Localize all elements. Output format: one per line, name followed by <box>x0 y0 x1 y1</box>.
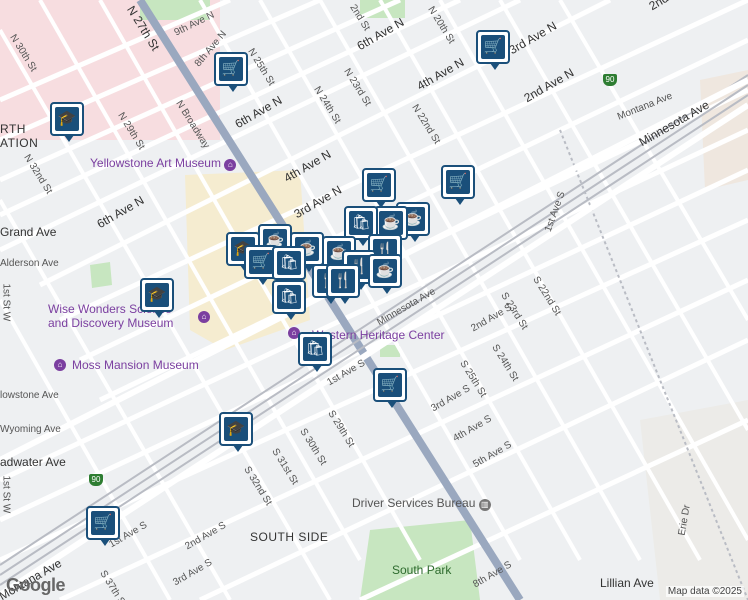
shopping-pin[interactable]: 🛍 <box>272 280 306 320</box>
shopping-pin[interactable]: 🛍 <box>298 332 332 372</box>
museum-icon: ⌂ <box>198 311 210 323</box>
restaurant-icon: 🍴 <box>331 269 355 293</box>
street-label-broadwater-ave: adwater Ave <box>0 455 66 469</box>
grocery-icon: 🛒 <box>481 35 505 59</box>
shopping-bag-icon: 🛍 <box>349 211 373 235</box>
street-label-1st-st-w-south: 1st St W <box>0 475 12 514</box>
district-label-north-line1: RTH <box>0 122 26 136</box>
grocery-icon: 🛒 <box>378 373 402 397</box>
grocery-icon: 🛒 <box>367 173 391 197</box>
poi-yellowstone-art-museum[interactable]: Yellowstone Art Museum ⌂ <box>90 156 237 171</box>
school-icon: 🎓 <box>145 283 169 307</box>
map-canvas[interactable]: 9th Ave N 8th Ave N 6th Ave N 6th Ave N … <box>0 0 748 600</box>
shopping-bag-icon: 🛍 <box>277 285 301 309</box>
google-logo: Google <box>6 575 66 595</box>
grocery-icon: 🛒 <box>249 250 273 274</box>
museum-icon: ⌂ <box>224 159 237 171</box>
grocery-icon: 🛒 <box>91 511 115 535</box>
grocery-pin[interactable]: 🛒 <box>214 52 248 92</box>
poi-label-line2: and Discovery Museum <box>48 316 174 330</box>
restaurant-pin[interactable]: 🍴 <box>326 264 360 304</box>
shopping-bag-icon: 🛍 <box>277 251 301 275</box>
cafe-pin[interactable]: ☕ <box>368 254 402 294</box>
street-label-lillian-ave: Lillian Ave <box>600 576 654 590</box>
school-icon: 🎓 <box>55 107 79 131</box>
grocery-pin[interactable]: 🛒 <box>441 165 475 205</box>
grocery-icon: 🛒 <box>219 57 243 81</box>
poi-driver-services-bureau[interactable]: Driver Services Bureau ▥ <box>352 496 491 511</box>
street-label-grand-ave: Grand Ave <box>0 225 57 239</box>
school-pin[interactable]: 🎓 <box>50 102 84 142</box>
cafe-icon: ☕ <box>373 259 397 283</box>
grocery-pin[interactable]: 🛒 <box>373 368 407 408</box>
shopping-bag-icon: 🛍 <box>303 337 327 361</box>
school-pin[interactable]: 🎓 <box>219 412 253 452</box>
poi-moss-mansion-museum[interactable]: Moss Mansion Museum <box>72 358 199 372</box>
grocery-icon: 🛒 <box>446 170 470 194</box>
poi-south-park[interactable]: South Park <box>392 563 451 577</box>
grocery-pin[interactable]: 🛒 <box>476 30 510 70</box>
museum-icon: ⌂ <box>54 359 66 371</box>
poi-label: Yellowstone Art Museum <box>90 156 221 170</box>
school-icon: 🎓 <box>224 417 248 441</box>
map-attribution[interactable]: Map data ©2025 <box>665 586 744 597</box>
school-pin[interactable]: 🎓 <box>140 278 174 318</box>
street-label-1st-st-w: 1st St W <box>0 283 12 322</box>
park-west <box>90 262 112 288</box>
grocery-pin[interactable]: 🛒 <box>362 168 396 208</box>
interstate-90-shield: 90 <box>603 74 617 86</box>
street-label-alderson-ave: Alderson Ave <box>0 258 59 269</box>
shopping-pin[interactable]: 🛍 <box>272 246 306 286</box>
district-label-north-line2: ATION <box>0 136 39 150</box>
street-label-yellowstone-ave: lowstone Ave <box>0 390 59 401</box>
government-icon: ▥ <box>478 499 491 511</box>
street-label-wyoming-ave: Wyoming Ave <box>0 424 61 435</box>
district-label-south-side: SOUTH SIDE <box>250 530 329 544</box>
grocery-pin[interactable]: 🛒 <box>86 506 120 546</box>
interstate-90-shield: 90 <box>89 474 103 486</box>
cafe-icon: ☕ <box>379 211 403 235</box>
poi-label: Driver Services Bureau <box>352 496 476 510</box>
